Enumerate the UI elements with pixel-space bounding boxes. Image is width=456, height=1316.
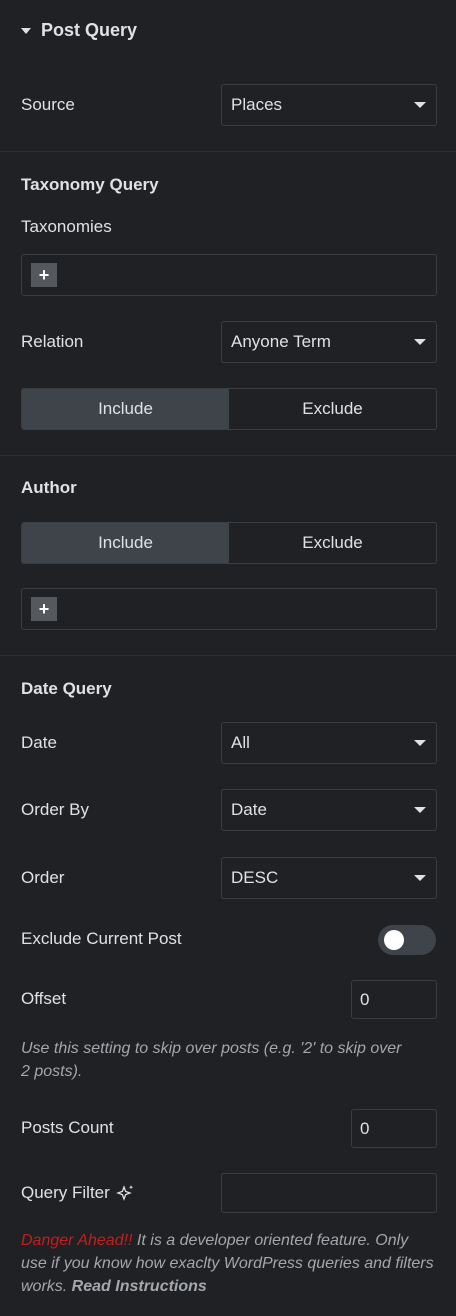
offset-input[interactable]: 0 bbox=[351, 980, 437, 1019]
plus-icon: + bbox=[38, 598, 50, 619]
section-toggle-post-query[interactable]: Post Query bbox=[21, 20, 137, 41]
add-taxonomy-button[interactable]: + bbox=[31, 263, 57, 287]
sparkle-icon bbox=[115, 1185, 133, 1201]
posts-count-input[interactable]: 0 bbox=[351, 1109, 437, 1148]
toggle-knob bbox=[384, 930, 404, 950]
query-filter-input[interactable] bbox=[221, 1173, 437, 1213]
author-field[interactable]: + bbox=[21, 588, 437, 630]
taxonomy-include-button[interactable]: Include bbox=[22, 389, 229, 429]
order-label: Order bbox=[21, 868, 65, 887]
taxonomies-field[interactable]: + bbox=[21, 254, 437, 296]
source-label: Source bbox=[21, 95, 75, 114]
orderby-select[interactable]: Date bbox=[221, 789, 437, 831]
plus-icon: + bbox=[38, 264, 50, 285]
author-exclude-button[interactable]: Exclude bbox=[229, 523, 436, 563]
section-title: Post Query bbox=[41, 20, 138, 40]
read-instructions-link[interactable]: Read Instructions bbox=[72, 1278, 207, 1295]
exclude-current-post-label: Exclude Current Post bbox=[21, 929, 182, 948]
source-select[interactable]: Places bbox=[221, 84, 437, 126]
posts-count-input-value: 0 bbox=[360, 1118, 370, 1138]
relation-select[interactable]: Anyone Term bbox=[221, 321, 437, 363]
date-query-heading: Date Query bbox=[21, 679, 112, 698]
offset-note: Use this setting to skip over posts (e.g… bbox=[21, 1040, 402, 1080]
taxonomy-exclude-button[interactable]: Exclude bbox=[229, 389, 436, 429]
query-filter-label-wrap: Query Filter bbox=[21, 1183, 136, 1203]
danger-note: Danger Ahead!! It is a developer oriente… bbox=[21, 1229, 436, 1298]
add-author-button[interactable]: + bbox=[31, 597, 57, 621]
posts-count-label: Posts Count bbox=[21, 1118, 114, 1137]
relation-label: Relation bbox=[21, 332, 84, 351]
orderby-select-value: Date bbox=[231, 800, 267, 819]
divider bbox=[0, 455, 456, 456]
offset-label: Offset bbox=[21, 989, 67, 1008]
relation-select-value: Anyone Term bbox=[231, 332, 331, 351]
date-label: Date bbox=[21, 733, 57, 752]
chevron-down-icon bbox=[414, 740, 426, 746]
author-include-exclude: Include Exclude bbox=[21, 522, 437, 564]
danger-ahead-text: Danger Ahead!! bbox=[21, 1232, 133, 1249]
chevron-down-icon bbox=[414, 102, 426, 108]
date-select[interactable]: All bbox=[221, 722, 437, 764]
order-select[interactable]: DESC bbox=[221, 857, 437, 899]
taxonomy-include-exclude: Include Exclude bbox=[21, 388, 437, 430]
caret-down-icon bbox=[21, 27, 31, 34]
taxonomy-query-heading: Taxonomy Query bbox=[21, 175, 159, 194]
order-select-value: DESC bbox=[231, 868, 279, 887]
taxonomies-label: Taxonomies bbox=[21, 217, 112, 236]
chevron-down-icon bbox=[414, 807, 426, 813]
chevron-down-icon bbox=[414, 339, 426, 345]
source-select-value: Places bbox=[231, 95, 283, 114]
query-filter-label: Query Filter bbox=[21, 1183, 110, 1202]
divider bbox=[0, 151, 456, 152]
exclude-current-post-toggle[interactable] bbox=[378, 925, 436, 955]
date-select-value: All bbox=[231, 733, 250, 752]
divider bbox=[0, 655, 456, 656]
chevron-down-icon bbox=[414, 875, 426, 881]
orderby-label: Order By bbox=[21, 800, 90, 819]
author-include-button[interactable]: Include bbox=[22, 523, 229, 563]
author-heading: Author bbox=[21, 478, 77, 497]
offset-input-value: 0 bbox=[360, 989, 370, 1009]
